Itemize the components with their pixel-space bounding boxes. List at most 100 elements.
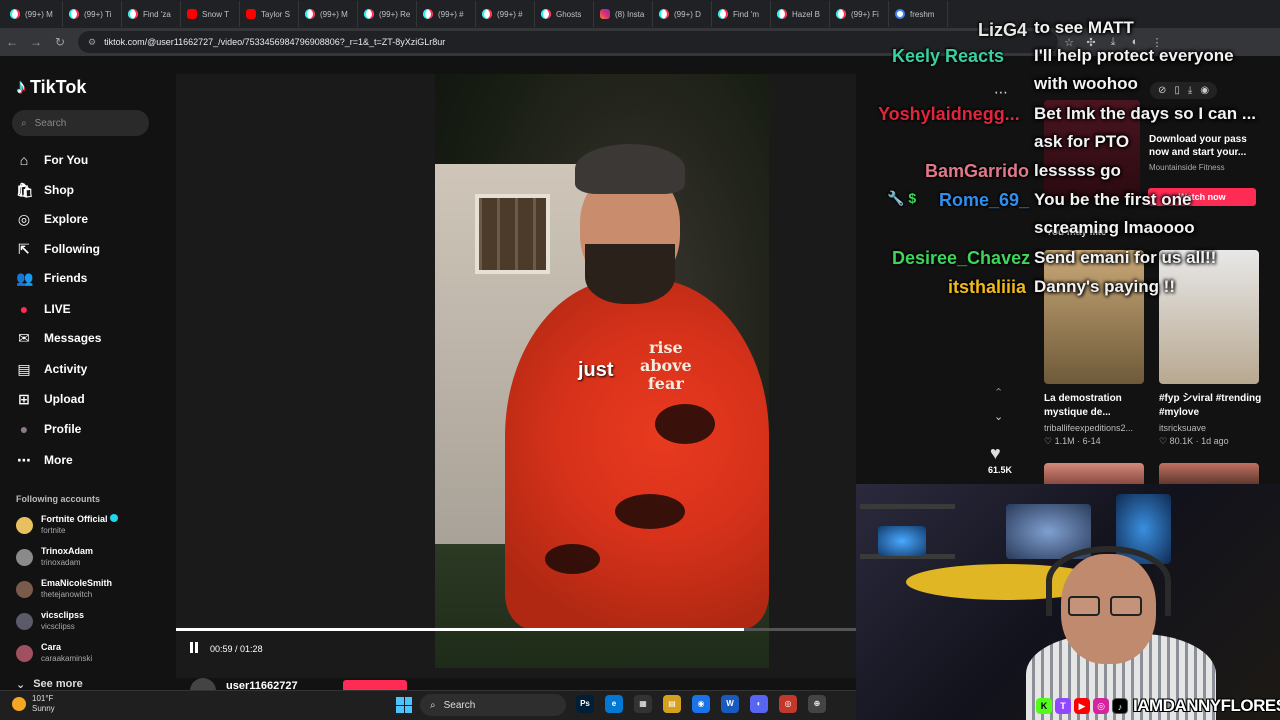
browser-tab[interactable]: Snow T <box>181 1 240 27</box>
profile-avatar-icon: ● <box>19 421 29 437</box>
taskbar-app-icon[interactable]: ◐ <box>750 695 768 713</box>
sidebar-item-friends[interactable]: 👥 Friends <box>16 266 87 290</box>
sidebar-item-label: More <box>44 453 73 467</box>
streamer-glasses <box>1110 596 1142 616</box>
video-thumbnail[interactable] <box>1159 250 1259 384</box>
chat-message: lesssss go <box>1034 161 1121 180</box>
following-account[interactable]: Fortnite Official fortnite <box>16 514 118 536</box>
site-info-icon[interactable]: ⚙ <box>88 37 96 48</box>
browser-tab[interactable]: Find 'm <box>712 1 771 27</box>
browser-tab[interactable]: (8) Insta <box>594 1 653 27</box>
video-title[interactable]: #fyp シviral #trending #mylove <box>1159 392 1269 420</box>
sidebar-item-shop[interactable]: 🛍 Shop <box>16 178 74 202</box>
following-account[interactable]: vicsclipss vicsclipss <box>16 610 84 632</box>
sidebar-item-label: Activity <box>44 362 88 376</box>
browser-tab[interactable]: (99+) D <box>653 1 712 27</box>
search-icon: ⌕ <box>21 117 27 129</box>
taskbar-app-icon[interactable]: W <box>721 695 739 713</box>
search-input[interactable]: ⌕ Search <box>12 110 149 136</box>
pause-icon[interactable] <box>190 642 200 655</box>
browser-tab[interactable]: (99+) # <box>417 1 476 27</box>
browser-tab[interactable]: (99+) # <box>476 1 535 27</box>
chevron-up-icon[interactable]: ⌃ <box>994 386 1003 399</box>
taskbar-app-icon[interactable]: ▦ <box>634 695 652 713</box>
forward-icon[interactable]: → <box>24 35 48 49</box>
hoodie-dye-spot <box>655 404 715 444</box>
video-author[interactable]: triballifeexpeditions2... <box>1044 423 1133 433</box>
streamer-handle: IAMDANNYFLORES <box>1133 696 1280 715</box>
video-author[interactable]: itsricksuave <box>1159 423 1206 433</box>
more-options-icon[interactable]: ⋯ <box>994 84 1009 101</box>
like-heart-icon[interactable]: ♥ <box>990 443 1001 464</box>
browser-tab[interactable]: Taylor S <box>240 1 299 27</box>
browser-tab[interactable]: Ghosts <box>535 1 594 27</box>
sidebar-item-label: For You <box>44 153 89 167</box>
sidebar-item-live[interactable]: ● LIVE <box>16 297 71 321</box>
ad-title[interactable]: Download your pass now and start your... <box>1149 133 1259 159</box>
browser-tab[interactable]: (99+) Fi <box>830 1 889 27</box>
chat-message: Bet lmk the days so I can ... <box>1034 104 1257 123</box>
taskbar-app-icon[interactable]: ◎ <box>779 695 797 713</box>
video-date: 1d ago <box>1201 436 1229 446</box>
money-icon: $ <box>908 190 917 206</box>
taskbar-app-icon[interactable]: ◉ <box>692 695 710 713</box>
avatar <box>16 548 33 566</box>
browser-tab[interactable]: (99+) M <box>299 1 358 27</box>
back-icon[interactable]: ← <box>0 35 24 49</box>
browser-tab[interactable]: (99+) M <box>4 1 63 27</box>
video-frame[interactable]: rise above fear just <box>435 74 769 668</box>
tiktok-icon <box>128 9 138 19</box>
browser-tab[interactable]: freshm <box>889 1 948 27</box>
sidebar-item-explore[interactable]: ◎ Explore <box>16 207 88 231</box>
download-icon[interactable]: ⤓ <box>1188 85 1192 96</box>
sidebar-item-more[interactable]: ⋯ More <box>16 448 73 472</box>
weather-widget[interactable]: 101°F Sunny <box>12 694 55 714</box>
chat-username: Rome_69_ <box>939 190 1030 210</box>
sidebar-item-following[interactable]: ⇱ Following <box>16 237 100 261</box>
avatar <box>16 580 33 598</box>
video-thumbnail[interactable] <box>1044 250 1144 384</box>
chat-badge-icons: 🔧 $ <box>887 190 916 207</box>
account-name-text: Cara <box>41 642 62 652</box>
browser-tab[interactable]: (99+) Re <box>358 1 417 27</box>
instagram-icon <box>600 9 610 19</box>
browser-tab[interactable]: (99+) Ti <box>63 1 122 27</box>
video-player[interactable]: rise above fear just 00:59 / 01:28 user1… <box>176 74 856 704</box>
following-account[interactable]: TrinoxAdam trinoxadam <box>16 546 93 568</box>
sidebar-item-activity[interactable]: ▤ Activity <box>16 357 87 381</box>
tiktok-logo[interactable]: ♪ TikTok <box>16 76 86 99</box>
browser-tab[interactable]: Find 'za <box>122 1 181 27</box>
shop-bag-icon: 🛍 <box>16 181 34 198</box>
link-icon[interactable]: ⊘ <box>1158 85 1166 96</box>
taskbar-app-icon[interactable]: e <box>605 695 623 713</box>
sidebar-item-profile[interactable]: ● Profile <box>16 417 82 441</box>
sidebar-item-messages[interactable]: ✉ Messages <box>16 326 101 350</box>
phone-icon[interactable]: ▯ <box>1174 85 1180 96</box>
taskbar-app-icon[interactable]: Ps <box>576 695 594 713</box>
browser-tab[interactable]: Hazel B <box>771 1 830 27</box>
windows-start-icon[interactable] <box>396 697 412 713</box>
streamer-glasses <box>1068 596 1100 616</box>
chevron-down-icon[interactable]: ⌄ <box>994 410 1003 423</box>
chat-message: with woohoo <box>1034 74 1138 93</box>
reload-icon[interactable]: ↻ <box>48 35 72 49</box>
following-account[interactable]: EmaNicoleSmith thetejanowitch <box>16 578 112 600</box>
verified-badge-icon <box>109 514 118 522</box>
video-thumbnail[interactable] <box>1159 463 1259 484</box>
video-progress-bar[interactable] <box>176 628 856 631</box>
sidebar-item-label: Friends <box>44 271 88 285</box>
video-thumbnail[interactable] <box>1044 463 1144 484</box>
time-current: 00:59 <box>210 643 233 654</box>
sidebar-item-for-you[interactable]: ⌂ For You <box>16 148 88 172</box>
taskbar-app-icon[interactable]: ▤ <box>663 695 681 713</box>
sidebar-item-upload[interactable]: ⊞ Upload <box>16 387 85 411</box>
sidebar-item-label: Explore <box>44 212 89 226</box>
more-icon: ⋯ <box>17 451 31 468</box>
video-date: 6-14 <box>1082 436 1101 446</box>
taskbar-app-icon[interactable]: ⊕ <box>808 695 826 713</box>
following-account[interactable]: Cara caraakaminski <box>16 642 92 664</box>
avatar-icon[interactable]: ◉ <box>1200 85 1209 96</box>
video-title[interactable]: La demostration mystique de... <box>1044 392 1154 420</box>
taskbar-search[interactable]: ⌕ Search <box>420 694 566 716</box>
youtube-icon <box>246 9 256 19</box>
